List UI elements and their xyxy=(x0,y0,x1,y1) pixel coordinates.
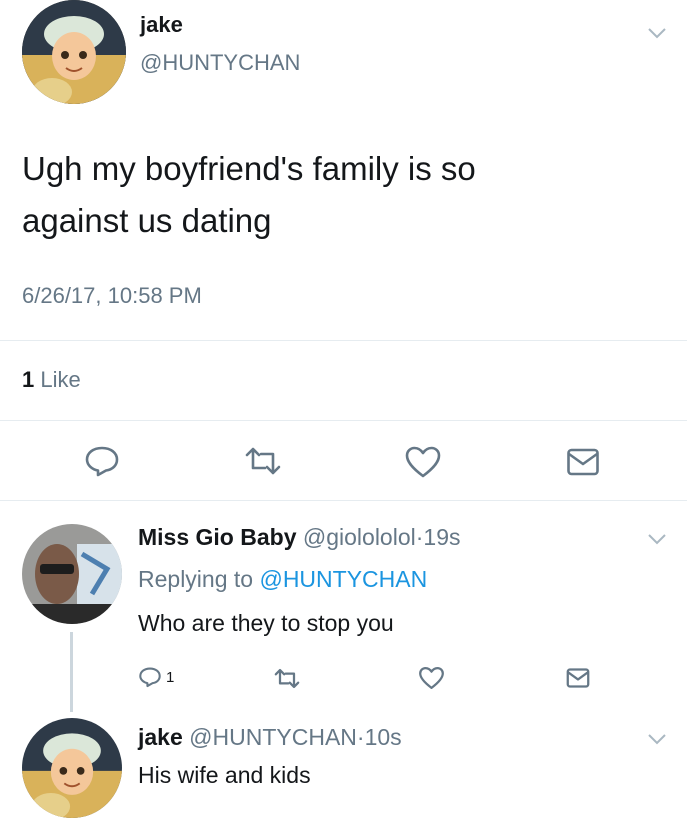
display-name[interactable]: Miss Gio Baby xyxy=(138,524,296,550)
tweet-text-line: Ugh my boyfriend's family is so xyxy=(22,150,476,187)
tweet-text: Ugh my boyfriend's family is so against … xyxy=(22,143,476,247)
like-button[interactable] xyxy=(404,445,442,479)
tweet-text-line: against us dating xyxy=(22,202,272,239)
handle[interactable]: @HUNTYCHAN xyxy=(140,50,300,76)
reply-time[interactable]: 10s xyxy=(365,724,402,750)
retweet-icon xyxy=(274,668,300,689)
chevron-down-icon[interactable] xyxy=(646,26,668,40)
dm-button[interactable] xyxy=(566,447,600,477)
chevron-down-icon[interactable] xyxy=(646,532,668,546)
reply-icon xyxy=(139,667,161,688)
replying-to: Replying to @HUNTYCHAN xyxy=(138,566,427,593)
avatar-miss-gio-baby[interactable] xyxy=(22,524,122,624)
avatar-jake[interactable] xyxy=(22,0,126,104)
reply-time[interactable]: 19s xyxy=(423,524,460,550)
retweet-button[interactable] xyxy=(243,446,283,476)
envelope-icon xyxy=(566,668,590,688)
heart-icon xyxy=(405,446,441,478)
likes-stat[interactable]: 1 Like xyxy=(22,367,81,393)
display-name[interactable]: jake xyxy=(138,724,183,750)
avatar-image xyxy=(22,524,122,624)
divider xyxy=(0,340,687,341)
retweet-icon xyxy=(245,447,281,475)
separator: · xyxy=(356,724,365,750)
reply-text: Who are they to stop you xyxy=(138,610,394,636)
likes-number: 1 xyxy=(22,367,35,392)
avatar-image xyxy=(22,0,126,104)
envelope-icon xyxy=(567,448,599,476)
heart-icon xyxy=(419,666,444,690)
reply-button[interactable] xyxy=(84,444,120,478)
divider xyxy=(0,500,687,501)
reply-text: His wife and kids xyxy=(138,762,311,788)
chevron-down-icon[interactable] xyxy=(646,732,668,746)
reply-header: jake @HUNTYCHAN·10s xyxy=(138,724,402,751)
divider xyxy=(0,420,687,421)
reply-header: Miss Gio Baby @giolololol·19s xyxy=(138,524,461,551)
timestamp[interactable]: 6/26/17, 10:58 PM xyxy=(22,283,202,309)
replying-to-label: Replying to xyxy=(138,566,254,592)
like-button[interactable] xyxy=(418,666,445,690)
reply-button[interactable]: 1 xyxy=(138,666,174,688)
avatar-jake[interactable] xyxy=(22,718,122,818)
handle[interactable]: @giolololol xyxy=(303,524,416,550)
retweet-button[interactable] xyxy=(273,668,301,689)
handle[interactable]: @HUNTYCHAN xyxy=(189,724,357,750)
replying-to-handle[interactable]: @HUNTYCHAN xyxy=(259,566,427,592)
display-name[interactable]: jake xyxy=(140,12,183,38)
reply-icon xyxy=(85,446,119,477)
reply-count: 1 xyxy=(166,668,175,686)
thread-line xyxy=(70,632,73,712)
dm-button[interactable] xyxy=(566,667,590,689)
avatar-image xyxy=(22,718,122,818)
likes-word: Like xyxy=(40,367,81,392)
